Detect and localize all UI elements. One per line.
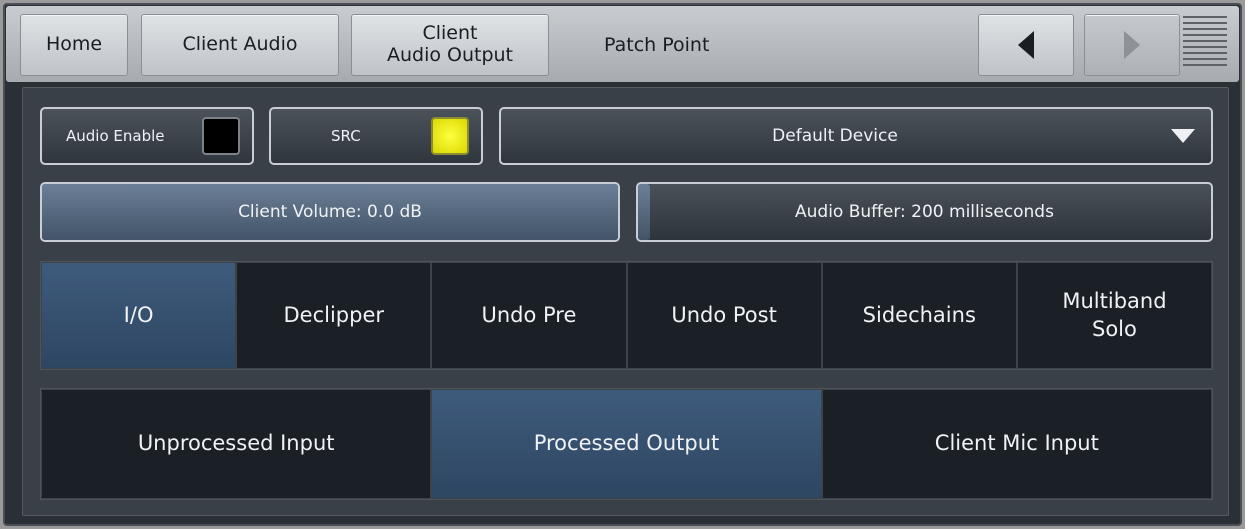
tab-undo-post-label: Undo Post bbox=[671, 302, 777, 327]
client-volume-label: Client Volume: 0.0 dB bbox=[238, 202, 422, 222]
nav-client-audio-button[interactable]: Client Audio bbox=[141, 14, 339, 76]
function-tab-row: I/O Declipper Undo Pre Undo Post Sidecha… bbox=[40, 261, 1213, 370]
nav-patch-point-label: Patch Point bbox=[604, 34, 710, 56]
tab-io-label: I/O bbox=[123, 302, 154, 327]
tab-io[interactable]: I/O bbox=[41, 262, 237, 369]
audio-enable-label: Audio Enable bbox=[66, 127, 165, 145]
audio-buffer-slider[interactable]: Audio Buffer: 200 milliseconds bbox=[636, 182, 1213, 242]
tab-undo-pre[interactable]: Undo Pre bbox=[431, 262, 627, 369]
source-client-mic-input-label: Client Mic Input bbox=[934, 431, 1099, 456]
nav-client-audio-output-button[interactable]: Client Audio Output bbox=[351, 14, 549, 76]
tab-undo-pre-label: Undo Pre bbox=[481, 302, 577, 327]
tab-undo-post[interactable]: Undo Post bbox=[626, 262, 822, 369]
source-unprocessed-input-label: Unprocessed Input bbox=[137, 431, 335, 456]
tab-declipper-label: Declipper bbox=[283, 302, 385, 327]
tab-sidechains[interactable]: Sidechains bbox=[821, 262, 1017, 369]
tab-multiband-solo[interactable]: Multiband Solo bbox=[1016, 262, 1213, 369]
nav-home-button[interactable]: Home bbox=[20, 14, 128, 76]
nav-client-audio-label: Client Audio bbox=[182, 33, 298, 56]
nav-client-audio-output-label: Client Audio Output bbox=[386, 22, 514, 66]
src-toggle[interactable]: SRC bbox=[269, 107, 483, 165]
hamburger-icon[interactable] bbox=[1183, 16, 1227, 74]
source-processed-output[interactable]: Processed Output bbox=[431, 389, 822, 499]
dropdown-triangle-icon bbox=[1171, 129, 1195, 143]
source-processed-output-label: Processed Output bbox=[533, 431, 720, 456]
audio-enable-toggle[interactable]: Audio Enable bbox=[40, 107, 254, 165]
src-led bbox=[431, 117, 469, 155]
audio-enable-led bbox=[202, 117, 240, 155]
nav-forward-button[interactable] bbox=[1084, 14, 1180, 76]
device-select[interactable]: Default Device bbox=[499, 107, 1213, 165]
triangle-right-icon bbox=[1124, 31, 1140, 59]
client-volume-slider[interactable]: Client Volume: 0.0 dB bbox=[40, 182, 620, 242]
top-nav-bar: Home Client Audio Client Audio Output Pa… bbox=[6, 6, 1239, 82]
source-client-mic-input[interactable]: Client Mic Input bbox=[821, 389, 1212, 499]
tab-sidechains-label: Sidechains bbox=[862, 302, 976, 327]
nav-home-label: Home bbox=[45, 33, 103, 56]
device-select-value: Default Device bbox=[772, 126, 898, 146]
nav-back-button[interactable] bbox=[978, 14, 1074, 76]
source-select-row: Unprocessed Input Processed Output Clien… bbox=[40, 388, 1213, 500]
breadcrumb-current: Patch Point bbox=[604, 14, 709, 76]
triangle-left-icon bbox=[1018, 31, 1034, 59]
patch-point-panel: Audio Enable SRC Default Device Client V… bbox=[22, 87, 1229, 516]
src-label: SRC bbox=[331, 127, 361, 145]
tab-declipper[interactable]: Declipper bbox=[236, 262, 432, 369]
tab-multiband-solo-label: Multiband Solo bbox=[1062, 289, 1167, 341]
audio-buffer-label: Audio Buffer: 200 milliseconds bbox=[795, 202, 1054, 222]
source-unprocessed-input[interactable]: Unprocessed Input bbox=[41, 389, 432, 499]
audio-buffer-fill bbox=[638, 184, 650, 240]
